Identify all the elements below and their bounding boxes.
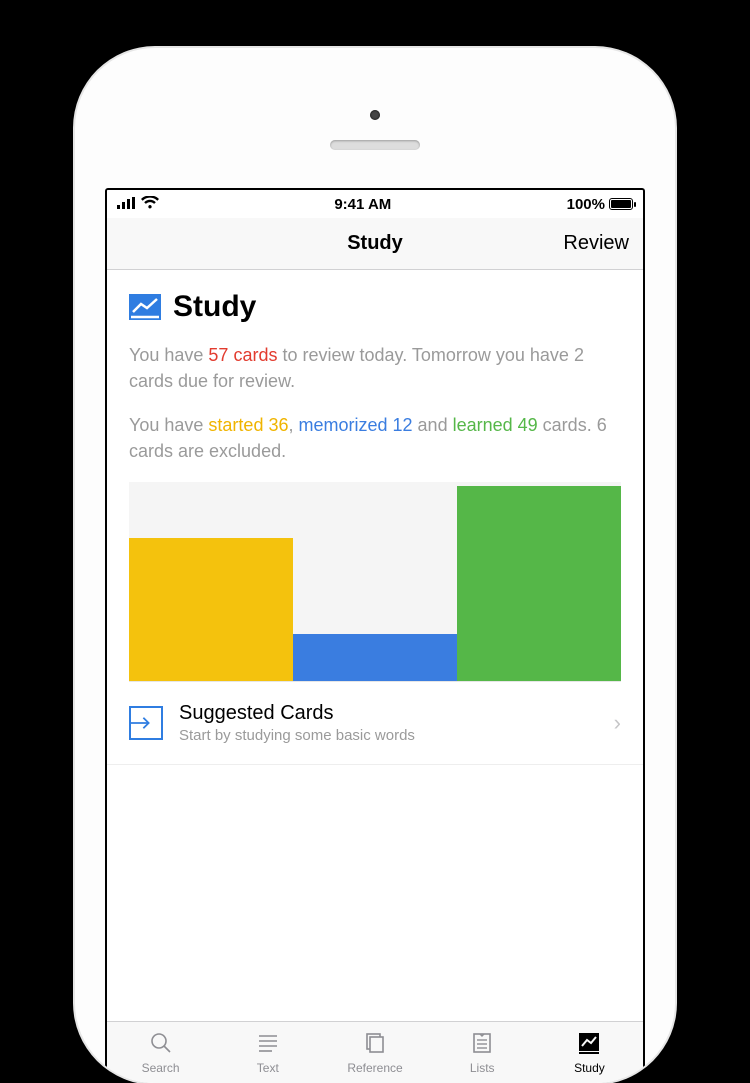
text-lines-icon: [254, 1031, 282, 1058]
summary-text: cards.: [538, 415, 597, 435]
tab-search[interactable]: Search: [107, 1022, 214, 1083]
summary-text: are excluded.: [173, 441, 286, 461]
status-left: [117, 196, 159, 213]
enter-arrow-icon: [129, 706, 163, 740]
learned-count: learned 49: [453, 415, 538, 435]
tab-label: Search: [142, 1061, 180, 1075]
tab-study[interactable]: Study: [536, 1022, 643, 1083]
summary-line-1: You have 57 cards to review today. Tomor…: [129, 342, 621, 394]
study-section: Study You have 57 cards to review today.…: [107, 270, 643, 482]
study-chart-icon: [129, 294, 161, 320]
nav-bar: Study Review: [107, 218, 643, 270]
list-icon: [468, 1031, 496, 1058]
spacer: [107, 765, 643, 1021]
summary-text: ,: [288, 415, 298, 435]
screen: 9:41 AM 100% Study Review Study: [105, 188, 645, 1083]
content-area: Study You have 57 cards to review today.…: [107, 270, 643, 1083]
tab-lists[interactable]: Lists: [429, 1022, 536, 1083]
chevron-right-icon: ›: [614, 710, 621, 736]
phone-camera-dot: [370, 110, 380, 120]
tab-bar: Search Text Reference Lists Study: [107, 1021, 643, 1083]
status-right: 100%: [567, 196, 633, 213]
page-title: Study: [173, 290, 256, 324]
summary-text: You have: [129, 345, 208, 365]
started-count: started 36: [208, 415, 288, 435]
suggested-cards-row[interactable]: Suggested Cards Start by studying some b…: [107, 682, 643, 765]
cards-stack-icon: [361, 1031, 389, 1058]
suggested-cards-body: Suggested Cards Start by studying some b…: [179, 702, 598, 744]
heading-row: Study: [129, 290, 621, 324]
signal-icon: [117, 196, 137, 213]
search-icon: [147, 1031, 175, 1058]
tab-label: Text: [257, 1061, 279, 1075]
nav-review-button[interactable]: Review: [563, 232, 629, 255]
tab-reference[interactable]: Reference: [321, 1022, 428, 1083]
chart-bar-started: [129, 538, 293, 681]
chart-bar-memorized: [293, 634, 457, 682]
tab-label: Lists: [470, 1061, 495, 1075]
memorized-count: memorized 12: [299, 415, 413, 435]
tab-label: Reference: [347, 1061, 402, 1075]
phone-frame: 9:41 AM 100% Study Review Study: [75, 48, 675, 1083]
tab-text[interactable]: Text: [214, 1022, 321, 1083]
cards-due-count: 57 cards: [208, 345, 277, 365]
chart-icon: [575, 1031, 603, 1058]
status-time: 9:41 AM: [334, 196, 391, 213]
chart-container: [107, 482, 643, 682]
summary-text: and: [413, 415, 453, 435]
summary-text: You have: [129, 415, 208, 435]
phone-speaker: [330, 140, 420, 150]
wifi-icon: [141, 196, 159, 213]
tab-label: Study: [574, 1061, 605, 1075]
status-bar: 9:41 AM 100%: [107, 190, 643, 218]
chart-bar-learned: [457, 486, 621, 681]
progress-bar-chart: [129, 482, 621, 682]
battery-percent: 100%: [567, 196, 605, 213]
nav-title: Study: [347, 232, 403, 255]
suggested-cards-title: Suggested Cards: [179, 702, 598, 725]
battery-icon: [609, 198, 633, 210]
suggested-cards-subtitle: Start by studying some basic words: [179, 727, 598, 744]
summary-line-2: You have started 36, memorized 12 and le…: [129, 412, 621, 464]
